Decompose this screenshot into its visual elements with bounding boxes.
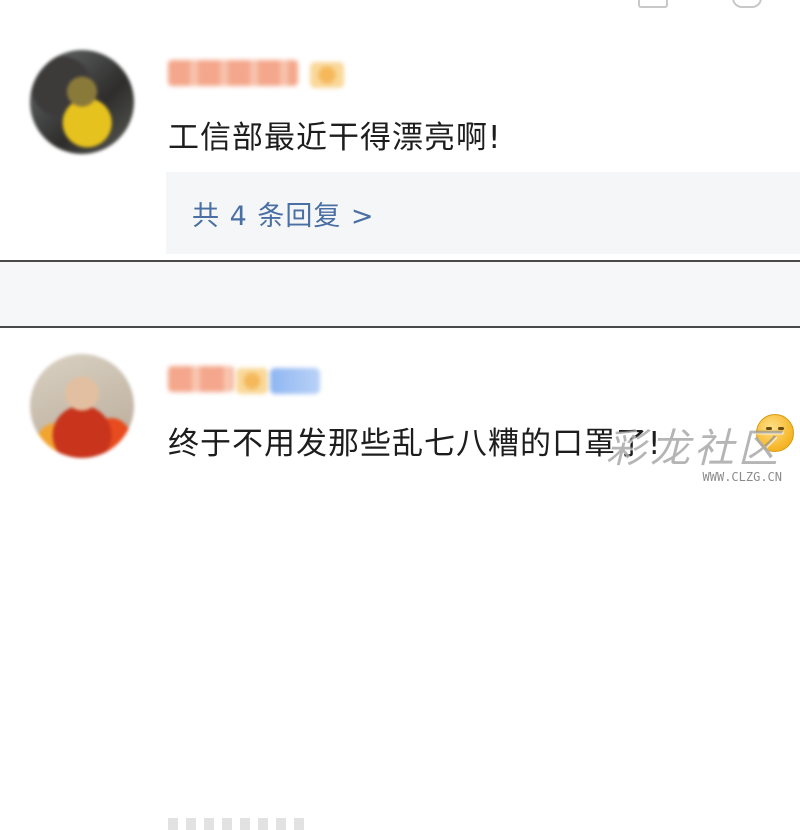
comment-text: 终于不用发那些乱七八糟的口罩了! — [168, 426, 662, 462]
avatar[interactable] — [30, 354, 134, 458]
username-blurred[interactable] — [168, 366, 234, 392]
username-blurred[interactable] — [168, 60, 298, 86]
vip-badge-icon — [270, 368, 320, 394]
like-icon[interactable] — [732, 0, 762, 8]
share-icon[interactable] — [638, 0, 668, 8]
badge-icon — [310, 62, 344, 88]
comment-meta-blurred — [168, 818, 308, 830]
avatar[interactable] — [30, 50, 134, 154]
view-replies-link[interactable]: 共 4 条回复 > — [192, 194, 375, 233]
comment-item: 工信部最近干得漂亮啊! 共 4 条回复 > — [0, 30, 800, 260]
badge-icon — [236, 368, 268, 394]
grimace-emoji-icon — [756, 414, 794, 452]
comment-text: 工信部最近干得漂亮啊! — [168, 120, 502, 156]
section-gap — [0, 262, 800, 326]
top-action-bar — [0, 0, 800, 28]
divider — [0, 326, 800, 328]
comment-item: 终于不用发那些乱七八糟的口罩了! — [0, 330, 800, 830]
replies-box[interactable]: 共 4 条回复 > — [166, 172, 800, 254]
